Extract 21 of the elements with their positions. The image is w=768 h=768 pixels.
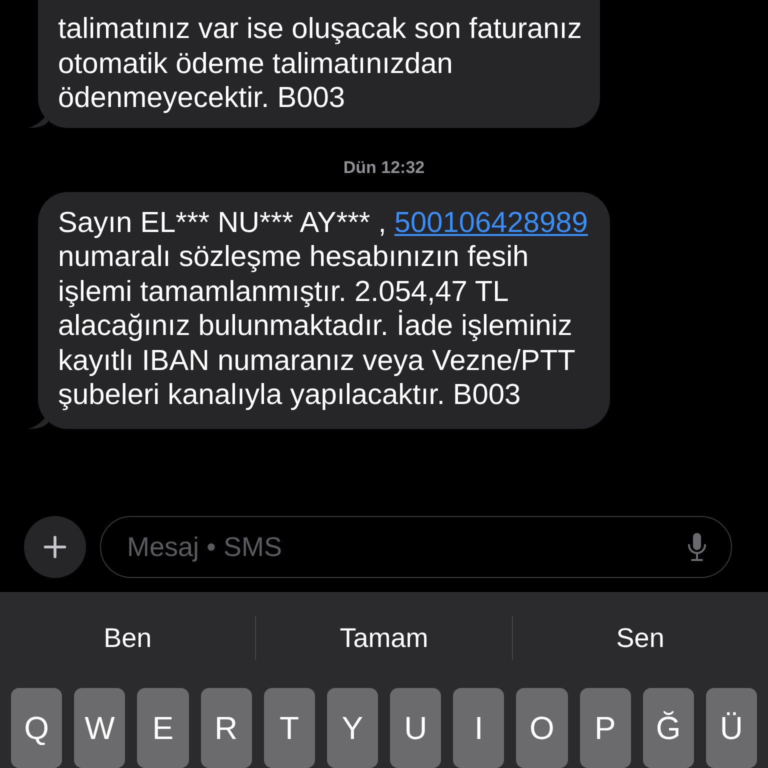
suggestion-item[interactable]: Ben	[0, 622, 256, 654]
keyboard-key[interactable]: O	[516, 688, 568, 768]
keyboard-key[interactable]: U	[390, 688, 442, 768]
keyboard-key[interactable]: E	[137, 688, 189, 768]
keyboard-key[interactable]: I	[453, 688, 504, 768]
keyboard-key[interactable]: Ü	[706, 688, 758, 768]
phone-link[interactable]: 500106428989	[394, 206, 588, 238]
message-input-field[interactable]: Mesaj • SMS	[100, 516, 732, 578]
keyboard-key[interactable]: W	[74, 688, 126, 768]
suggestion-item[interactable]: Tamam	[256, 622, 512, 654]
keyboard-key[interactable]: P	[580, 688, 631, 768]
suggestion-item[interactable]: Sen	[512, 622, 768, 654]
plus-icon	[42, 534, 68, 560]
message-input[interactable]: Mesaj • SMS	[125, 530, 687, 564]
message-timestamp: Dün 12:32	[343, 158, 425, 178]
keyboard-key[interactable]: T	[264, 688, 315, 768]
keyboard-key[interactable]: Ğ	[642, 688, 694, 768]
keyboard-key[interactable]: R	[200, 688, 252, 768]
microphone-icon[interactable]	[687, 532, 707, 562]
keyboard-key[interactable]: Q	[11, 688, 62, 768]
keyboard-key[interactable]: Y	[326, 688, 378, 768]
